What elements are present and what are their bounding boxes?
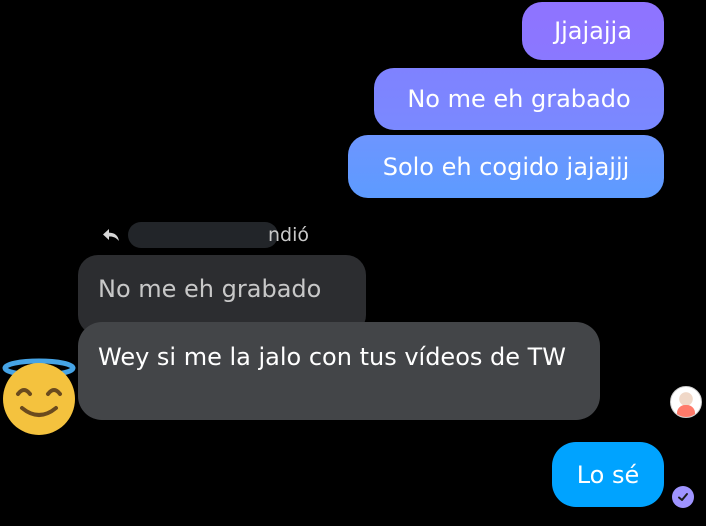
- quoted-message-text: No me eh grabado: [98, 275, 322, 303]
- received-message-bubble[interactable]: Wey si me la jalo con tus vídeos de TW: [78, 322, 600, 420]
- check-circle-icon: [672, 486, 694, 508]
- sent-message-bubble[interactable]: Jjajajja: [522, 2, 664, 60]
- sent-message-bubble[interactable]: Lo sé: [552, 442, 664, 507]
- avatar-shirt: [677, 405, 695, 417]
- message-text: No me eh grabado: [407, 85, 631, 113]
- reply-context-text: ndió: [268, 224, 310, 246]
- reply-arrow-icon: [100, 224, 122, 246]
- message-text: Lo sé: [576, 460, 640, 489]
- redacted-name: [128, 222, 278, 248]
- message-text: Wey si me la jalo con tus vídeos de TW: [98, 343, 567, 371]
- sent-message-bubble[interactable]: No me eh grabado: [374, 68, 664, 130]
- angel-emoji-icon[interactable]: [0, 356, 78, 438]
- reply-context: [100, 222, 278, 248]
- avatar[interactable]: [670, 386, 702, 418]
- sent-message-bubble[interactable]: Solo eh cogido jajajjj: [348, 135, 664, 198]
- message-text: Solo eh cogido jajajjj: [382, 152, 630, 181]
- message-text: Jjajajja: [554, 17, 632, 45]
